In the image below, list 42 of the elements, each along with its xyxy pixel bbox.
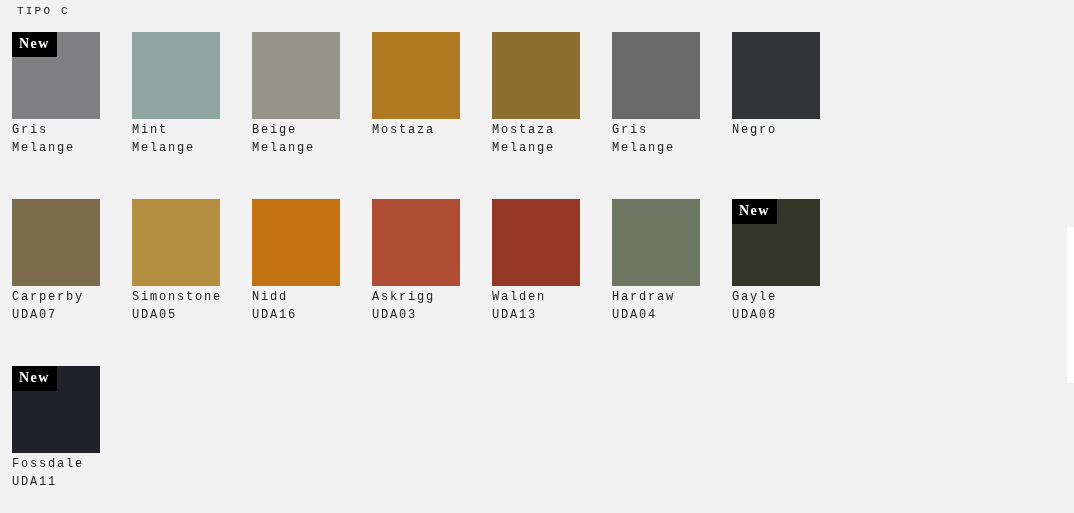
fabric-swatch[interactable]: New xyxy=(732,199,820,286)
fabric-swatch[interactable] xyxy=(252,32,340,119)
fabric-swatch[interactable] xyxy=(492,199,580,286)
fabric-code: UDA16 xyxy=(252,307,298,324)
new-badge: New xyxy=(12,366,57,391)
fabric-swatch[interactable] xyxy=(612,32,700,119)
fabric-name: Mostaza xyxy=(372,122,436,139)
fabric-swatch[interactable] xyxy=(612,199,700,286)
fabric-name: Carperby xyxy=(12,289,85,306)
fabric-name: Askrigg xyxy=(372,289,436,306)
new-badge: New xyxy=(12,32,57,57)
fabric-code: UDA11 xyxy=(12,474,58,491)
fabric-swatch[interactable] xyxy=(132,32,220,119)
fabric-swatch[interactable] xyxy=(132,199,220,286)
section-title: TIPO C xyxy=(17,4,71,18)
fabric-swatch[interactable] xyxy=(732,32,820,119)
fabric-name: Fossdale xyxy=(12,456,85,473)
fabric-swatch[interactable] xyxy=(492,32,580,119)
fabric-code: UDA07 xyxy=(12,307,58,324)
fabric-swatch[interactable]: New xyxy=(12,366,100,453)
fabric-swatch[interactable]: New xyxy=(12,32,100,119)
fabric-name: Gayle xyxy=(732,289,778,306)
fabric-code: UDA13 xyxy=(492,307,538,324)
fabric-name: Beige Melange xyxy=(252,122,316,157)
fabric-name: Negro xyxy=(732,122,778,139)
fabric-code: UDA04 xyxy=(612,307,658,324)
fabric-code: UDA05 xyxy=(132,307,178,324)
fabric-name: Hardraw xyxy=(612,289,676,306)
fabric-swatch[interactable] xyxy=(252,199,340,286)
fabric-name: Walden xyxy=(492,289,547,306)
fabric-code: UDA08 xyxy=(732,307,778,324)
fabric-swatch[interactable] xyxy=(372,32,460,119)
fabric-name: Simonstone xyxy=(132,289,223,306)
fabric-swatch[interactable] xyxy=(372,199,460,286)
fabric-swatch[interactable] xyxy=(12,199,100,286)
fabric-name: Nidd xyxy=(252,289,289,306)
fabric-name: Gris Melange xyxy=(612,122,676,157)
fabric-name: Gris Melange xyxy=(12,122,76,157)
fabric-name: Mostaza Melange xyxy=(492,122,556,157)
fabric-name: Mint Melange xyxy=(132,122,196,157)
new-badge: New xyxy=(732,199,777,224)
fabric-code: UDA03 xyxy=(372,307,418,324)
